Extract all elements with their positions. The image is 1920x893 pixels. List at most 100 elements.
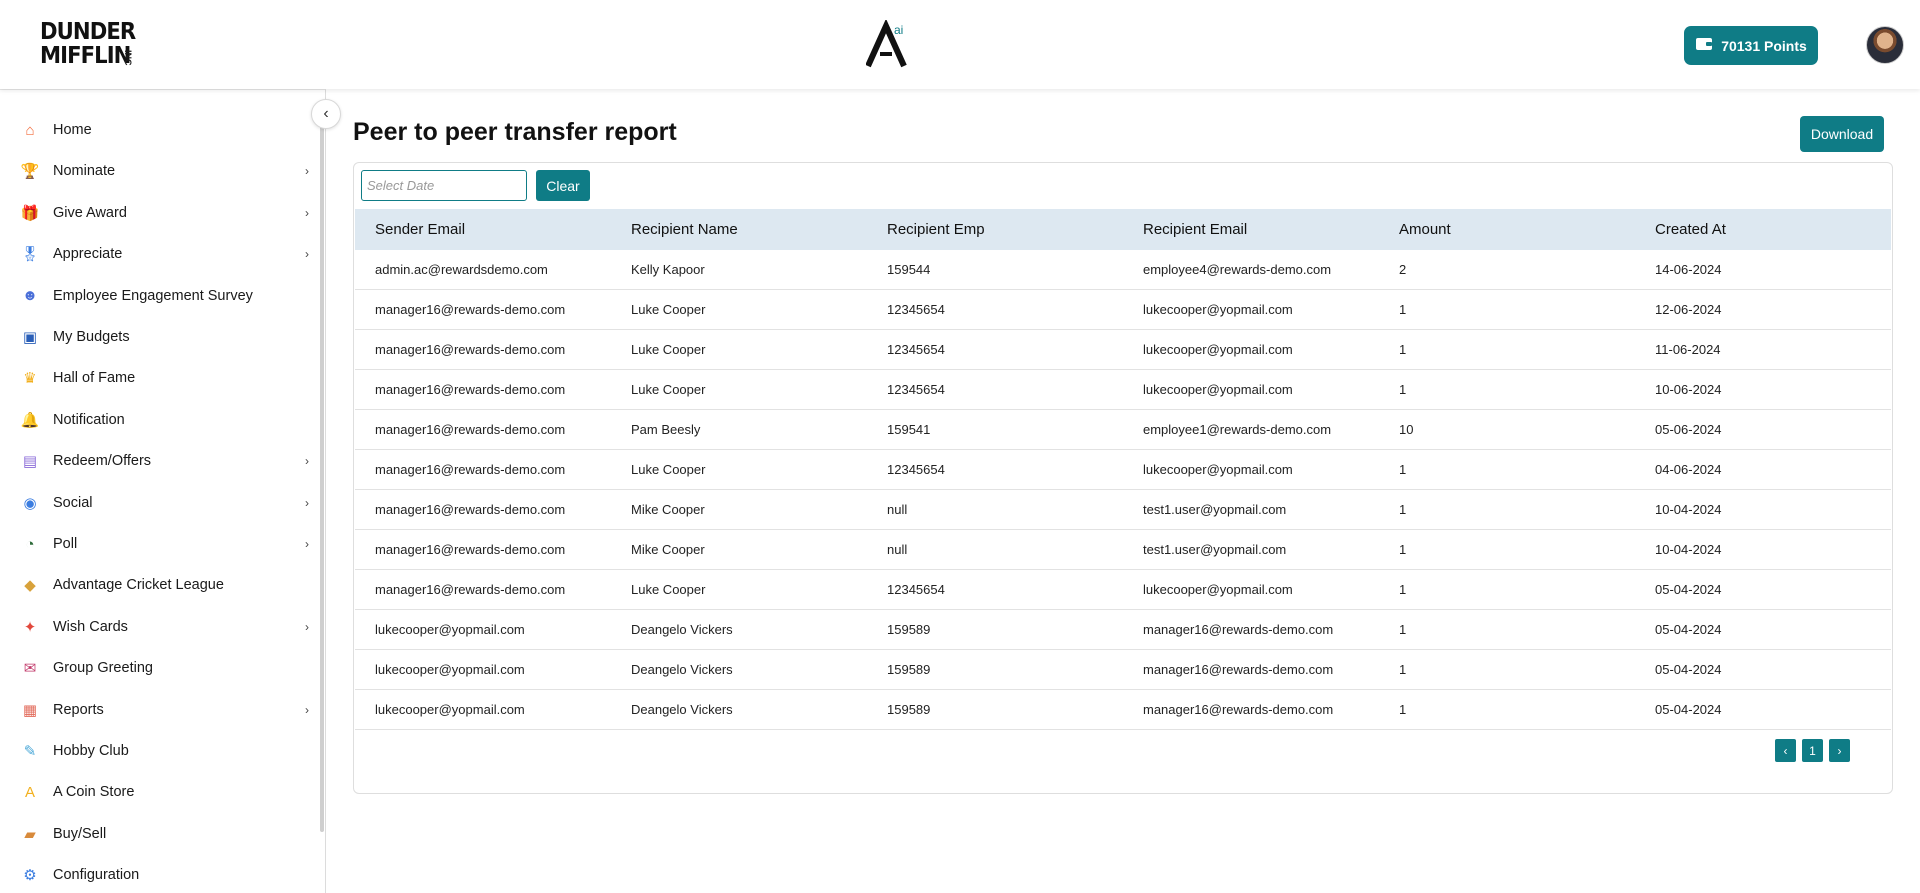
table-cell: null: [887, 542, 908, 557]
trophy-icon: 🏆: [20, 163, 40, 181]
table-cell: 05-04-2024: [1655, 702, 1722, 717]
user-avatar[interactable]: [1866, 26, 1904, 64]
table-row[interactable]: lukecooper@yopmail.com Deangelo Vickers 15…: [355, 610, 1891, 650]
sidebar-item-label: Hall of Fame: [53, 370, 136, 387]
table-row[interactable]: manager16@rewards-demo.com Luke Cooper 123…: [355, 330, 1891, 370]
table-cell: 159589: [887, 622, 931, 637]
table-cell: employee4@rewards-demo.com: [1143, 262, 1332, 277]
table-cell: 1: [1399, 302, 1407, 317]
table-row[interactable]: admin.ac@rewardsdemo.com Kelly Kapoor 1595…: [355, 250, 1891, 290]
config-icon: ⚙: [23, 867, 37, 885]
table-row[interactable]: manager16@rewards-demo.com Luke Cooper 123…: [355, 450, 1891, 490]
sidebar-item-buy-sell[interactable]: ▰ Buy/Sell: [0, 814, 320, 854]
cricket-icon: ◆: [24, 577, 36, 595]
table-cell: 159541: [887, 422, 931, 437]
sidebar-item-give-award[interactable]: 🎁 Give Award ›: [0, 193, 320, 233]
table-cell: 05-04-2024: [1655, 662, 1722, 677]
points-button[interactable]: 70131 Points: [1684, 26, 1818, 65]
table-cell: 1: [1399, 622, 1407, 637]
column-header[interactable]: Sender Email: [375, 221, 465, 238]
table-cell: manager16@rewards-demo.com: [375, 302, 566, 317]
table-cell: Mike Cooper: [631, 502, 705, 517]
logo-ai-text: ai: [894, 23, 903, 37]
table-row[interactable]: manager16@rewards-demo.com Luke Cooper 123…: [355, 570, 1891, 610]
chevron-right-icon[interactable]: ›: [305, 537, 309, 551]
sidebar-item-poll[interactable]: ◔ Poll ›: [0, 524, 320, 564]
sidebar-item-hall-of-fame[interactable]: ♛ Hall of Fame: [0, 358, 320, 398]
table-cell: 12345654: [887, 302, 945, 317]
table-header: Sender Email Recipient Name Recipient Em…: [355, 209, 1891, 250]
chevron-right-icon[interactable]: ›: [305, 496, 309, 510]
column-header[interactable]: Recipient Email: [1143, 221, 1247, 238]
table-cell: manager16@rewards-demo.com: [1143, 702, 1334, 717]
table-row[interactable]: manager16@rewards-demo.com Pam Beesly 1595…: [355, 410, 1891, 450]
sidebar-item-reports[interactable]: ▦ Reports ›: [0, 690, 320, 730]
column-header[interactable]: Recipient Emp: [887, 221, 985, 238]
sidebar-item-notification[interactable]: 🔔 Notification: [0, 400, 320, 440]
sidebar-item-label: Nominate: [53, 163, 116, 180]
table-cell: lukecooper@yopmail.com: [1143, 462, 1293, 477]
brand-suffix: INC: [123, 50, 133, 66]
table-cell: manager16@rewards-demo.com: [375, 582, 566, 597]
prev-page-button[interactable]: ‹: [1775, 739, 1796, 762]
sidebar-item-appreciate[interactable]: 🎖 Appreciate ›: [0, 234, 320, 274]
sidebar-item-group-greeting[interactable]: ✉ Group Greeting: [0, 648, 320, 688]
table-cell: admin.ac@rewardsdemo.com: [375, 262, 548, 277]
sidebar-item-social[interactable]: ◉ Social ›: [0, 483, 320, 523]
sidebar-item-advantage-cricket-league[interactable]: ◆ Advantage Cricket League: [0, 565, 320, 605]
sidebar-item-hobby-club[interactable]: ✎ Hobby Club: [0, 731, 320, 771]
chevron-right-icon[interactable]: ›: [305, 206, 309, 220]
company-logo[interactable]: DUNDER MIFFLIN INC: [40, 20, 140, 72]
bell-icon: 🔔: [20, 411, 40, 429]
table-row[interactable]: manager16@rewards-demo.com Mike Cooper nul…: [355, 530, 1891, 570]
sidebar-item-nominate[interactable]: 🏆 Nominate ›: [0, 151, 320, 191]
sidebar-item-label: Poll: [53, 536, 78, 552]
wallet-icon: [1695, 36, 1713, 55]
table-cell: lukecooper@yopmail.com: [1143, 382, 1293, 397]
table-cell: 05-04-2024: [1655, 622, 1722, 637]
sidebar-item-my-budgets[interactable]: ▣ My Budgets: [0, 317, 320, 357]
brand-line-1: DUNDER: [40, 19, 136, 45]
next-page-button[interactable]: ›: [1829, 739, 1850, 762]
table-cell: manager16@rewards-demo.com: [375, 382, 566, 397]
table-cell: 10-04-2024: [1655, 542, 1722, 557]
page-1-button[interactable]: 1: [1802, 739, 1823, 762]
table-row[interactable]: manager16@rewards-demo.com Mike Cooper nul…: [355, 490, 1891, 530]
table-cell: null: [887, 502, 908, 517]
table-cell: 10-04-2024: [1655, 502, 1722, 517]
sidebar-scrollbar[interactable]: [319, 110, 325, 893]
chevron-right-icon[interactable]: ›: [305, 703, 309, 717]
sidebar-item-a-coin-store[interactable]: A A Coin Store: [0, 772, 320, 812]
chevron-right-icon[interactable]: ›: [305, 164, 309, 178]
table-cell: 1: [1399, 342, 1407, 357]
chevron-right-icon[interactable]: ›: [305, 247, 309, 261]
collapse-sidebar-button[interactable]: ‹: [311, 99, 341, 129]
sidebar-item-wish-cards[interactable]: ✦ Wish Cards ›: [0, 607, 320, 647]
sidebar-item-employee-engagement-survey[interactable]: ☻ Employee Engagement Survey: [0, 276, 320, 316]
date-filter-input[interactable]: [361, 170, 527, 201]
sidebar-item-configuration[interactable]: ⚙ Configuration: [0, 855, 320, 893]
table-cell: Deangelo Vickers: [631, 662, 733, 677]
table-row[interactable]: manager16@rewards-demo.com Luke Cooper 123…: [355, 370, 1891, 410]
sidebar-item-redeem-offers[interactable]: ▤ Redeem/Offers ›: [0, 441, 320, 481]
sidebar-item-home[interactable]: ⌂ Home: [0, 110, 320, 150]
table-row[interactable]: manager16@rewards-demo.com Luke Cooper 123…: [355, 290, 1891, 330]
table-row[interactable]: lukecooper@yopmail.com Deangelo Vickers 15…: [355, 690, 1891, 730]
download-button[interactable]: Download: [1800, 116, 1884, 152]
table-cell: manager16@rewards-demo.com: [1143, 622, 1334, 637]
table-row[interactable]: lukecooper@yopmail.com Deangelo Vickers 15…: [355, 650, 1891, 690]
column-header[interactable]: Amount: [1399, 221, 1451, 238]
chevron-right-icon[interactable]: ›: [305, 620, 309, 634]
sidebar-item-label: Advantage Cricket League: [53, 577, 224, 594]
column-header[interactable]: Created At: [1655, 221, 1726, 238]
sidebar-item-label: Hobby Club: [53, 743, 129, 759]
party-popper-icon: ✦: [23, 618, 37, 636]
clear-button[interactable]: Clear: [536, 170, 590, 201]
table-cell: Mike Cooper: [631, 542, 705, 557]
table-cell: manager16@rewards-demo.com: [375, 502, 566, 517]
column-header[interactable]: Recipient Name: [631, 221, 738, 238]
home-icon: ⌂: [25, 121, 35, 139]
sidebar-item-label: Notification: [53, 411, 125, 428]
chevron-right-icon[interactable]: ›: [305, 454, 309, 468]
sidebar-item-label: Social: [53, 494, 93, 511]
